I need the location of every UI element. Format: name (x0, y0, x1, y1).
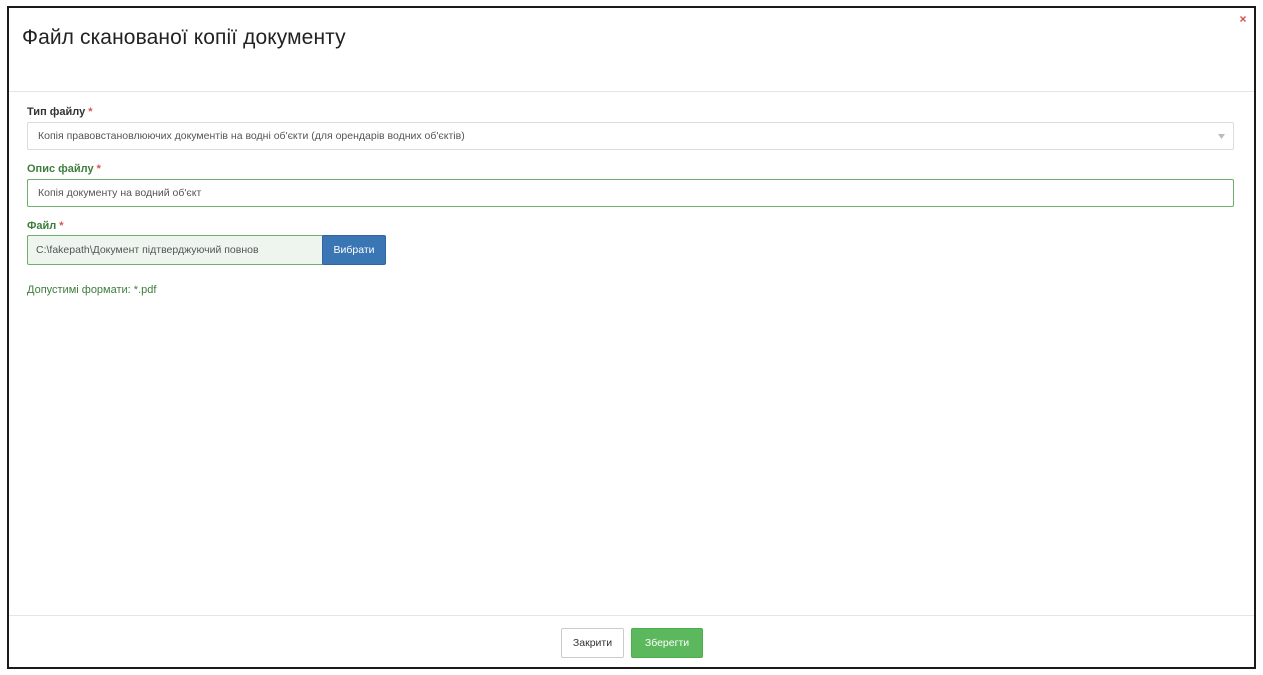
file-type-label: Тип файлу * (27, 106, 93, 118)
file-description-label: Опис файлу * (27, 163, 101, 175)
file-type-select[interactable]: Копія правовстановлюючих документів на в… (27, 122, 1234, 150)
file-type-selected-value: Копія правовстановлюючих документів на в… (38, 130, 465, 142)
browse-button[interactable]: Вибрати (322, 235, 386, 265)
required-mark: * (96, 163, 101, 175)
close-icon (1240, 16, 1246, 22)
dialog-body: Тип файлу * Копія правовстановлюючих доку… (9, 92, 1254, 615)
chevron-down-icon (1218, 134, 1225, 139)
file-label: Файл * (27, 220, 64, 232)
file-description-input[interactable] (27, 179, 1234, 207)
file-upload-dialog: Файл сканованої копії документу Тип файл… (7, 6, 1256, 669)
allowed-formats-hint: Допустимі формати: *.pdf (27, 284, 157, 296)
dialog-header: Файл сканованої копії документу (9, 8, 1254, 92)
close-dialog-button[interactable]: Закрити (561, 628, 624, 658)
save-button[interactable]: Зберегти (631, 628, 703, 658)
required-mark: * (59, 220, 64, 232)
close-button[interactable] (1236, 12, 1250, 26)
dialog-title: Файл сканованої копії документу (22, 26, 346, 49)
file-path-field[interactable]: C:\fakepath\Документ підтверджуючий повн… (27, 235, 325, 265)
required-mark: * (88, 106, 93, 118)
dialog-footer: Закрити Зберегти (9, 615, 1254, 667)
